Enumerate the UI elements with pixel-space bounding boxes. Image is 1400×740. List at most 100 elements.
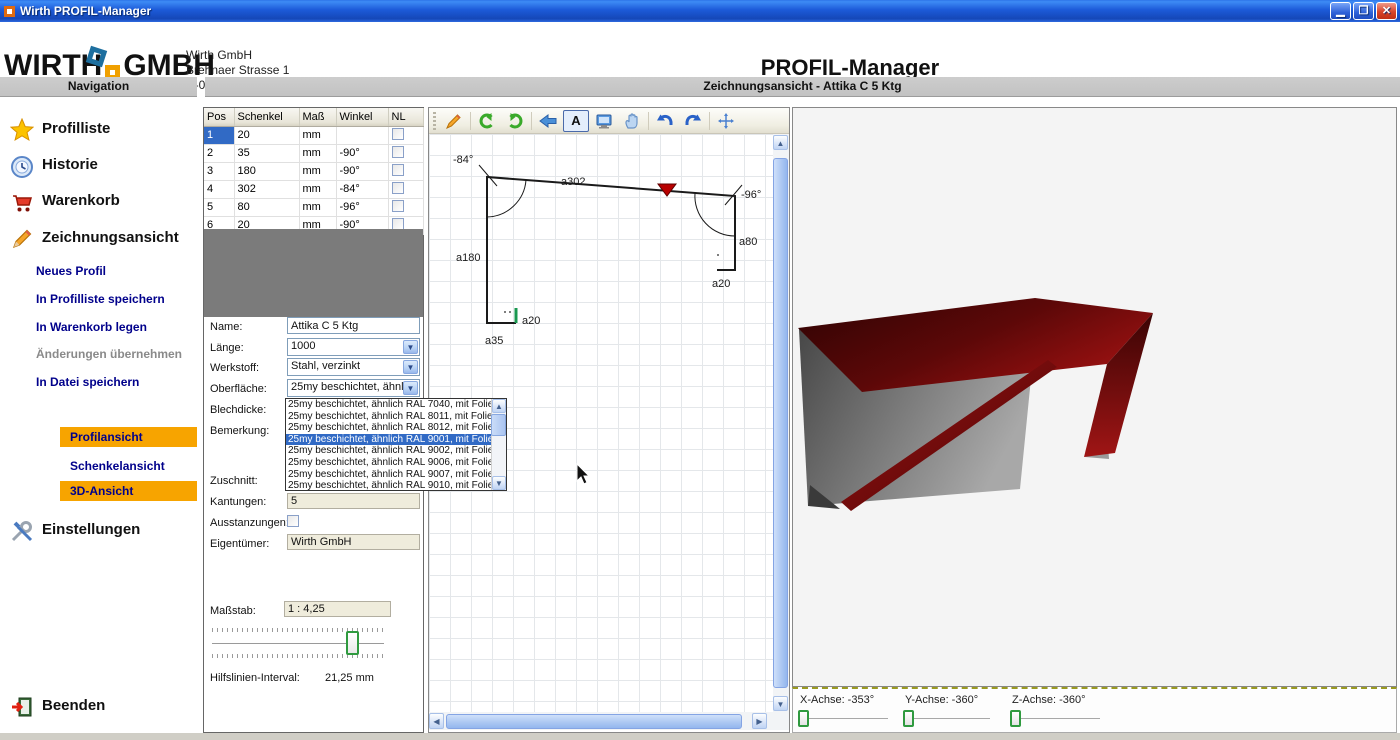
y-axis-slider-thumb[interactable] xyxy=(903,710,914,727)
sidebar-tab-3d-ansicht[interactable]: 3D-Ansicht xyxy=(60,481,197,501)
canvas-hscrollbar[interactable]: ◀ ▶ xyxy=(429,712,789,730)
zuschnitt-label: Zuschnitt: xyxy=(210,475,258,487)
sidebar-item-in-profilliste-speichern[interactable]: In Profilliste speichern xyxy=(36,292,165,306)
scroll-up-icon[interactable]: ▲ xyxy=(492,399,506,413)
z-axis-slider-track[interactable] xyxy=(1012,718,1100,719)
rotate-cw-button[interactable] xyxy=(502,110,528,132)
chevron-down-icon[interactable]: ▼ xyxy=(403,340,418,354)
dropdown-option[interactable]: 25my beschichtet, ähnlich RAL 9007, mit … xyxy=(286,469,506,481)
screen-view-button[interactable] xyxy=(591,110,617,132)
move-icon xyxy=(717,112,735,130)
move-button[interactable] xyxy=(713,110,739,132)
dropdown-option[interactable]: 25my beschichtet, ähnlich RAL 9006, mit … xyxy=(286,457,506,469)
nl-checkbox[interactable] xyxy=(392,182,404,194)
sidebar-item-zeichnungsansicht[interactable]: Zeichnungsansicht xyxy=(42,229,179,246)
restore-button[interactable]: ❐ xyxy=(1353,2,1374,20)
app-icon xyxy=(4,6,15,17)
x-axis-slider-thumb[interactable] xyxy=(798,710,809,727)
close-button[interactable]: ✕ xyxy=(1376,2,1397,20)
3d-face-top xyxy=(798,298,1153,392)
sidebar-item-warenkorb[interactable]: Warenkorb xyxy=(42,192,120,209)
z-axis-label: Z-Achse: -360° xyxy=(1012,694,1085,706)
chevron-down-icon[interactable]: ▼ xyxy=(403,381,418,395)
table-row[interactable]: 1 20 mm xyxy=(204,126,423,144)
scroll-down-icon[interactable]: ▼ xyxy=(492,476,506,490)
segments-table[interactable]: Pos Schenkel Maß Winkel NL 1 20 mm 2 35 … xyxy=(204,108,424,235)
table-row[interactable]: 2 35 mm -90° xyxy=(204,144,423,162)
vscroll-thumb[interactable] xyxy=(773,158,788,688)
scale-slider-thumb[interactable] xyxy=(346,631,359,655)
sidebar-item-in-datei-speichern[interactable]: In Datei speichern xyxy=(36,375,139,389)
oberflaeche-dropdown-popup[interactable]: 25my beschichtet, ähnlich RAL 7040, mit … xyxy=(285,398,507,491)
back-button[interactable] xyxy=(535,110,561,132)
dropdown-option-selected[interactable]: 25my beschichtet, ähnlich RAL 9001, mit … xyxy=(286,434,506,446)
y-axis-slider-track[interactable] xyxy=(905,718,990,719)
scroll-down-icon[interactable]: ▼ xyxy=(773,696,788,711)
bemerkung-label: Bemerkung: xyxy=(210,425,269,437)
nl-checkbox[interactable] xyxy=(392,218,404,230)
dropdown-option[interactable]: 25my beschichtet, ähnlich RAL 8012, mit … xyxy=(286,422,506,434)
table-empty-area xyxy=(204,229,423,317)
dropdown-option[interactable]: 25my beschichtet, ähnlich RAL 9010, mit … xyxy=(286,480,506,492)
kantungen-label: Kantungen: xyxy=(210,496,266,508)
popup-scrollbar[interactable]: ▲ ▼ xyxy=(491,399,506,490)
drawing-label-a20-right: a20 xyxy=(712,278,730,290)
scroll-up-icon[interactable]: ▲ xyxy=(773,135,788,150)
hscroll-thumb[interactable] xyxy=(446,714,742,729)
scroll-right-icon[interactable]: ▶ xyxy=(752,713,767,729)
undo-button[interactable] xyxy=(652,110,678,132)
undo-icon xyxy=(656,112,674,130)
nl-checkbox[interactable] xyxy=(392,200,404,212)
ausstanzungen-label: Ausstanzungen: xyxy=(210,517,289,529)
x-axis-label: X-Achse: -353° xyxy=(800,694,874,706)
canvas-vscrollbar[interactable]: ▲ ▼ xyxy=(773,134,789,712)
redo-button[interactable] xyxy=(680,110,706,132)
oberflaeche-select[interactable]: 25my beschichtet, ähnlich▼ xyxy=(287,379,420,397)
pencil-icon xyxy=(10,227,34,251)
nl-checkbox[interactable] xyxy=(392,128,404,140)
kantungen-value: 5 xyxy=(287,493,420,509)
sidebar-item-beenden[interactable]: Beenden xyxy=(42,697,105,714)
sidebar-tab-profilansicht[interactable]: Profilansicht xyxy=(60,427,197,447)
name-input[interactable] xyxy=(287,317,420,334)
dropdown-option[interactable]: 25my beschichtet, ähnlich RAL 7040, mit … xyxy=(286,399,506,411)
rotate-ccw-button[interactable] xyxy=(474,110,500,132)
laenge-select[interactable]: 1000▼ xyxy=(287,338,420,356)
table-row[interactable]: 4 302 mm -84° xyxy=(204,180,423,198)
drawing-label-a302: a302 xyxy=(561,176,585,188)
minimize-button[interactable]: ▁ xyxy=(1330,2,1351,20)
eigentuemer-value: Wirth GmbH xyxy=(287,534,420,550)
text-tool-button[interactable]: A xyxy=(563,110,589,132)
sidebar-item-profilliste[interactable]: Profilliste xyxy=(42,120,110,137)
x-axis-slider-track[interactable] xyxy=(800,718,888,719)
massstab-value: 1 : 4,25 xyxy=(284,601,391,617)
exit-icon xyxy=(10,695,34,719)
nl-checkbox[interactable] xyxy=(392,146,404,158)
z-axis-slider-thumb[interactable] xyxy=(1010,710,1021,727)
sidebar-item-in-warenkorb-legen[interactable]: In Warenkorb legen xyxy=(36,320,147,334)
hilfslinien-label: Hilfslinien-Interval: xyxy=(210,672,300,684)
nl-checkbox[interactable] xyxy=(392,164,404,176)
sidebar-item-neues-profil[interactable]: Neues Profil xyxy=(36,264,106,278)
text-tool-label: A xyxy=(571,113,580,128)
table-row[interactable]: 3 180 mm -90° xyxy=(204,162,423,180)
sidebar-item-einstellungen[interactable]: Einstellungen xyxy=(42,521,140,538)
ausstanzungen-checkbox[interactable] xyxy=(287,515,299,527)
scroll-left-icon[interactable]: ◀ xyxy=(429,713,444,729)
dropdown-option[interactable]: 25my beschichtet, ähnlich RAL 8011, mit … xyxy=(286,411,506,423)
3d-view-panel[interactable] xyxy=(792,107,1397,687)
popup-scroll-thumb[interactable] xyxy=(491,414,506,436)
window-title: Wirth PROFIL-Manager xyxy=(20,4,151,18)
table-row[interactable]: 5 80 mm -96° xyxy=(204,198,423,216)
sidebar-tab-schenkelansicht[interactable]: Schenkelansicht xyxy=(60,456,197,476)
sidebar-item-aenderungen-uebernehmen: Änderungen übernehmen xyxy=(36,347,182,361)
werkstoff-label: Werkstoff: xyxy=(210,362,259,374)
dropdown-option[interactable]: 25my beschichtet, ähnlich RAL 9002, mit … xyxy=(286,445,506,457)
chevron-down-icon[interactable]: ▼ xyxy=(403,360,418,374)
pan-button[interactable] xyxy=(619,110,645,132)
sidebar-item-historie[interactable]: Historie xyxy=(42,156,98,173)
draw-pencil-button[interactable] xyxy=(441,110,467,132)
window-titlebar[interactable]: Wirth PROFIL-Manager ▁ ❐ ✕ xyxy=(0,0,1400,22)
werkstoff-select[interactable]: Stahl, verzinkt▼ xyxy=(287,358,420,376)
toolbar-grip[interactable] xyxy=(433,112,436,130)
